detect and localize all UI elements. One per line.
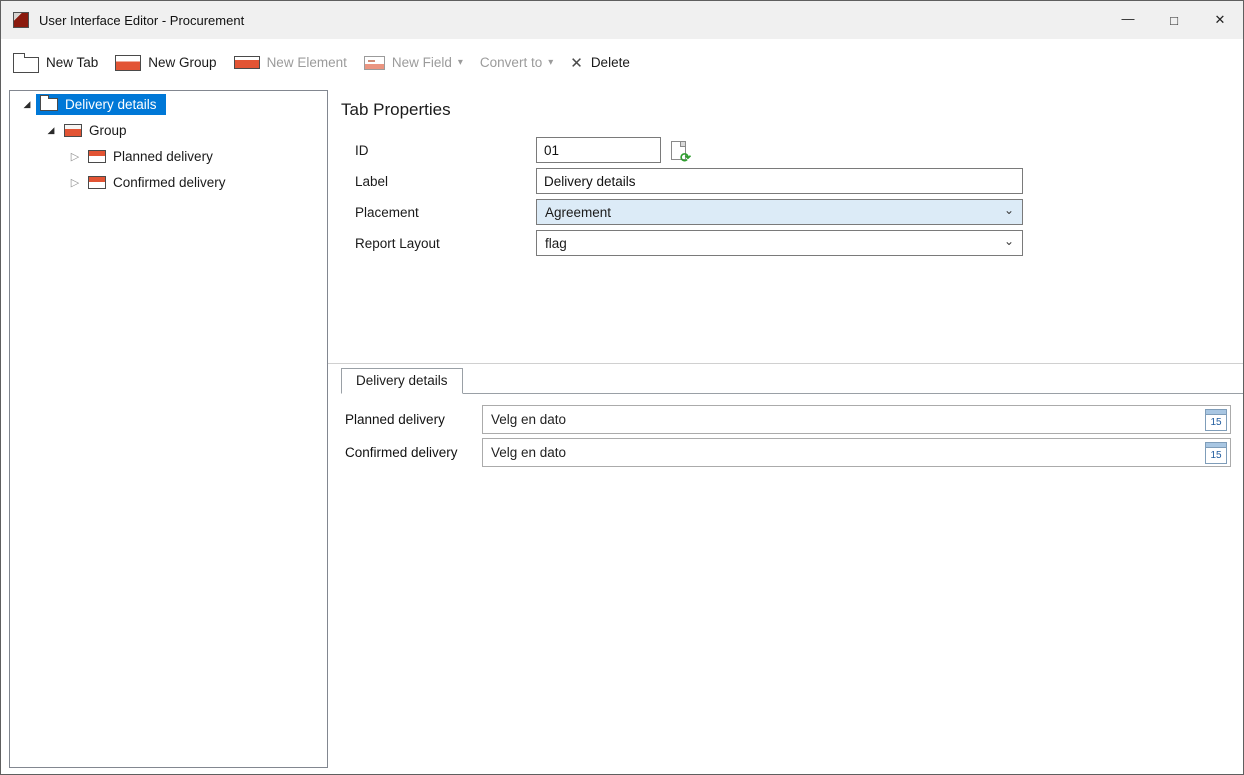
maximize-button[interactable]: □ — [1151, 1, 1197, 39]
label-row: Label — [355, 168, 1243, 194]
chevron-down-icon: ⌄ — [1004, 234, 1014, 248]
new-tab-label: New Tab — [46, 55, 98, 70]
report-layout-select[interactable]: flag ⌄ — [536, 230, 1023, 256]
close-button[interactable]: ✕ — [1197, 1, 1243, 39]
label-input[interactable] — [536, 168, 1023, 194]
tree-item-planned-delivery[interactable]: ▷ Planned delivery — [10, 143, 327, 169]
new-element-button[interactable]: New Element — [234, 55, 347, 70]
new-group-icon — [115, 55, 141, 71]
expander-collapsed-icon[interactable]: ▷ — [66, 150, 84, 163]
minimize-button[interactable]: — — [1105, 1, 1151, 39]
calendar-icon[interactable]: 15 — [1205, 409, 1227, 431]
tree-item-delivery-details[interactable]: ◢ Delivery details — [10, 91, 327, 117]
tree-item-label: Delivery details — [65, 97, 157, 112]
tree-node[interactable]: Planned delivery — [84, 146, 222, 167]
new-group-button[interactable]: New Group — [115, 55, 216, 71]
planned-delivery-datefield: 15 — [482, 405, 1231, 434]
tree-node-selected[interactable]: Delivery details — [36, 94, 166, 115]
placement-selected-value: Agreement — [545, 205, 611, 220]
tree-item-label: Confirmed delivery — [113, 175, 226, 190]
new-element-label: New Element — [267, 55, 347, 70]
titlebar: User Interface Editor - Procurement — □ … — [1, 1, 1243, 39]
placement-row: Placement Agreement ⌄ — [355, 199, 1243, 225]
window-title: User Interface Editor - Procurement — [39, 13, 244, 28]
minimize-icon: — — [1122, 11, 1135, 26]
convert-to-dropdown-icon: ▾ — [548, 57, 553, 68]
tab-node-icon — [40, 98, 58, 111]
calendar-icon[interactable]: 15 — [1205, 442, 1227, 464]
structure-tree: ◢ Delivery details ◢ Group ▷ Planned del… — [9, 90, 328, 768]
confirmed-delivery-datefield: 15 — [482, 438, 1231, 467]
tab-delivery-details[interactable]: Delivery details — [341, 368, 463, 394]
new-field-button[interactable]: New Field ▾ — [364, 55, 463, 70]
tree-item-confirmed-delivery[interactable]: ▷ Confirmed delivery — [10, 169, 327, 195]
new-tab-button[interactable]: New Tab — [13, 53, 98, 73]
planned-delivery-row: Planned delivery 15 — [345, 405, 1231, 434]
chevron-down-icon: ⌄ — [1004, 203, 1014, 217]
toolbar: New Tab New Group New Element New Field … — [1, 39, 1243, 86]
main-content: ◢ Delivery details ◢ Group ▷ Planned del… — [1, 86, 1243, 774]
tree-node[interactable]: Group — [60, 120, 136, 141]
element-node-icon — [88, 176, 106, 189]
placement-label: Placement — [355, 205, 536, 220]
preview-form: Planned delivery 15 Confirmed delivery — [341, 394, 1243, 471]
tree-item-label: Planned delivery — [113, 149, 213, 164]
right-panel: Tab Properties ID ⟳ Label Placement — [328, 86, 1243, 774]
preview-tabstrip: Delivery details — [341, 364, 1243, 394]
report-layout-row: Report Layout flag ⌄ — [355, 230, 1243, 256]
planned-delivery-label: Planned delivery — [345, 412, 482, 427]
new-field-dropdown-icon: ▾ — [458, 57, 463, 68]
new-group-label: New Group — [148, 55, 216, 70]
confirmed-delivery-row: Confirmed delivery 15 — [345, 438, 1231, 467]
maximize-icon: □ — [1170, 13, 1178, 28]
element-node-icon — [88, 150, 106, 163]
new-field-icon — [364, 56, 385, 70]
placement-select[interactable]: Agreement ⌄ — [536, 199, 1023, 225]
new-tab-icon — [13, 57, 39, 73]
planned-delivery-input[interactable] — [484, 412, 1205, 427]
calendar-day: 15 — [1206, 415, 1226, 430]
expander-expanded-icon[interactable]: ◢ — [18, 99, 36, 110]
tree-item-label: Group — [89, 123, 127, 138]
convert-to-label: Convert to — [480, 55, 542, 70]
confirmed-delivery-label: Confirmed delivery — [345, 445, 482, 460]
app-icon — [13, 12, 29, 28]
expander-expanded-icon[interactable]: ◢ — [42, 125, 60, 136]
regenerate-id-button[interactable]: ⟳ — [665, 137, 691, 163]
group-node-icon — [64, 124, 82, 137]
section-title: Tab Properties — [341, 100, 1243, 120]
id-input[interactable] — [536, 137, 661, 163]
delete-button[interactable]: ✕ Delete — [570, 54, 630, 72]
tree-item-group[interactable]: ◢ Group — [10, 117, 327, 143]
confirmed-delivery-input[interactable] — [484, 445, 1205, 460]
new-element-icon — [234, 56, 260, 69]
report-layout-label: Report Layout — [355, 236, 536, 251]
window-controls: — □ ✕ — [1105, 1, 1243, 39]
convert-to-button[interactable]: Convert to ▾ — [480, 55, 553, 70]
id-label: ID — [355, 143, 536, 158]
tree-node[interactable]: Confirmed delivery — [84, 172, 235, 193]
refresh-icon: ⟳ — [680, 151, 691, 164]
id-row: ID ⟳ — [355, 137, 1243, 163]
calendar-day: 15 — [1206, 448, 1226, 463]
close-icon: ✕ — [1215, 12, 1226, 28]
delete-icon: ✕ — [570, 54, 583, 72]
report-layout-selected-value: flag — [545, 236, 567, 251]
delete-label: Delete — [591, 55, 630, 70]
expander-collapsed-icon[interactable]: ▷ — [66, 176, 84, 189]
preview-section: Delivery details Planned delivery 15 — [328, 364, 1243, 774]
new-field-label: New Field — [392, 55, 452, 70]
tab-properties-section: Tab Properties ID ⟳ Label Placement — [328, 86, 1243, 363]
label-label: Label — [355, 174, 536, 189]
app-window: User Interface Editor - Procurement — □ … — [0, 0, 1244, 775]
